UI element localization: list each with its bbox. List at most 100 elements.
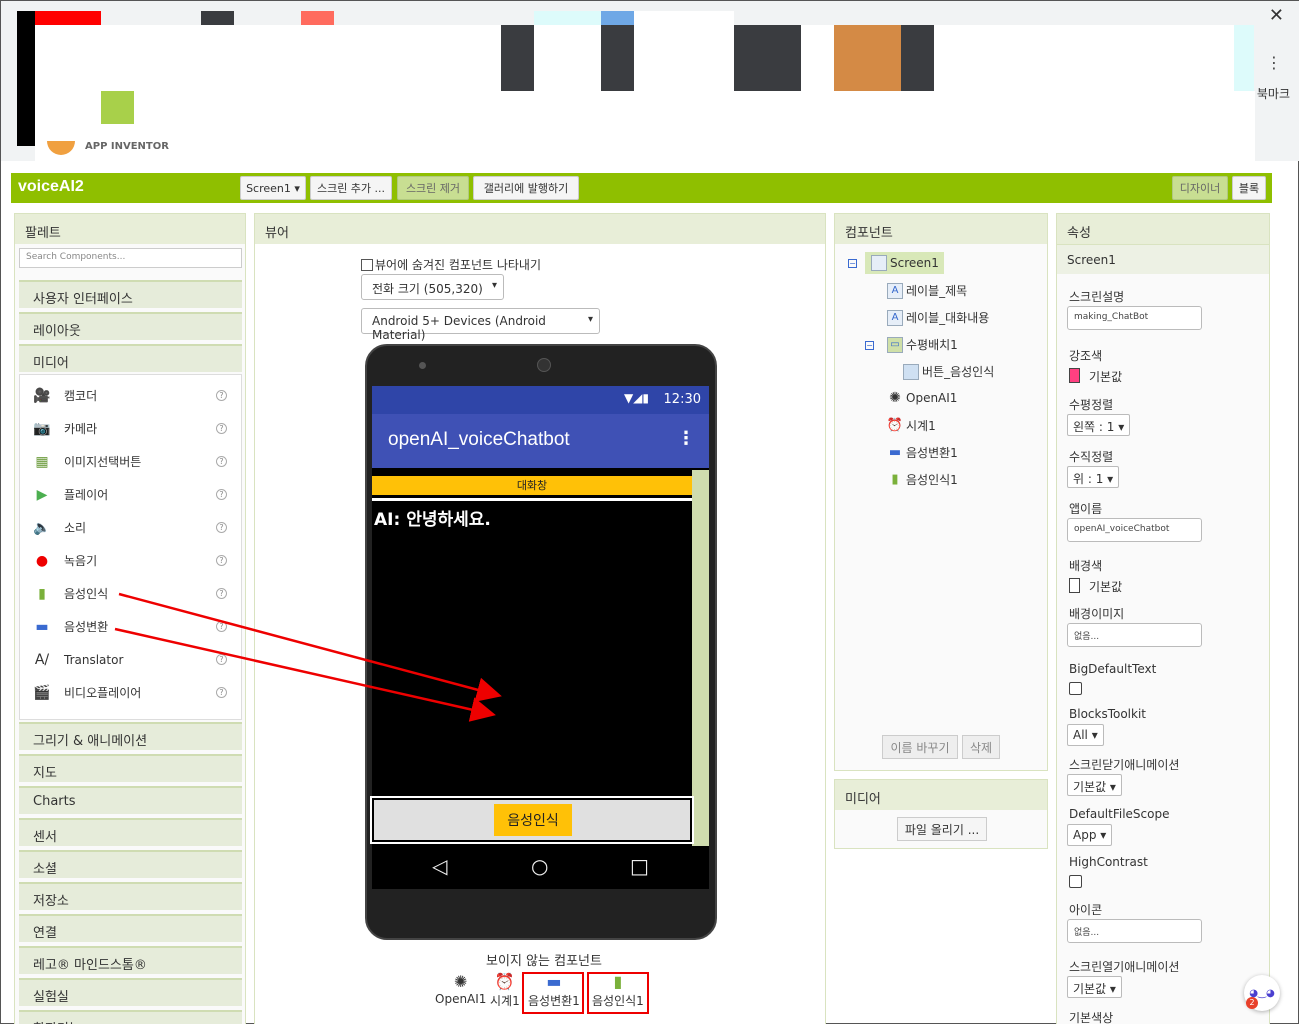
remove-screen-button[interactable]: 스크린 제거: [397, 176, 469, 200]
chat-label[interactable]: AI: 안녕하세요.: [372, 498, 692, 794]
palette-item-recorder[interactable]: ● 녹음기 ?: [20, 544, 241, 577]
palette-item-image-picker[interactable]: ▦ 이미지선택버튼 ?: [20, 445, 241, 478]
tree-item-clock[interactable]: ⏰ 시계1: [887, 417, 936, 434]
color-block: [734, 25, 801, 91]
tree-item-speech-recognizer[interactable]: ▮ 음성인식1: [887, 471, 957, 488]
delete-button[interactable]: 삭제: [962, 735, 1000, 759]
project-title: voiceAI2: [18, 178, 84, 195]
big-default-text-label: BigDefaultText: [1069, 662, 1157, 676]
overflow-menu-icon[interactable]: ⋮: [677, 428, 695, 449]
category-maps[interactable]: 지도: [19, 754, 242, 782]
blocks-toolkit-select[interactable]: All ▾: [1067, 724, 1104, 746]
help-icon[interactable]: ?: [216, 588, 227, 599]
screen-desc-input[interactable]: making_ChatBot: [1067, 306, 1202, 330]
help-icon[interactable]: ?: [216, 654, 227, 665]
big-default-text-checkbox[interactable]: [1069, 682, 1082, 695]
tree-item-horizontal-arrangement[interactable]: ▭ 수평배치1: [887, 336, 958, 353]
help-icon[interactable]: ?: [216, 687, 227, 698]
show-hidden-components[interactable]: 뷰어에 숨겨진 컴포넌트 나타내기: [361, 256, 541, 273]
color-block: [601, 25, 634, 91]
voice-recognition-button[interactable]: 음성인식: [494, 804, 572, 836]
tree-label: Screen1: [890, 256, 939, 270]
palette-item-sound[interactable]: 🔈 소리 ?: [20, 511, 241, 544]
label-title[interactable]: 대화창: [372, 476, 692, 495]
tree-item-label-title[interactable]: A 레이블_제목: [887, 282, 967, 299]
tree-item-openai[interactable]: ✺ OpenAI1: [887, 390, 957, 406]
help-icon[interactable]: ?: [216, 456, 227, 467]
align-vertical-select[interactable]: 위 : 1 ▾: [1067, 466, 1120, 488]
app-name-input[interactable]: openAI_voiceChatbot: [1067, 518, 1202, 542]
show-hidden-label: 뷰어에 숨겨진 컴포넌트 나타내기: [375, 258, 542, 272]
component-search-input[interactable]: Search Components...: [19, 248, 242, 268]
item-label: 녹음기: [64, 554, 98, 568]
bg-color-swatch[interactable]: [1069, 578, 1080, 593]
default-file-scope-select[interactable]: App ▾: [1067, 824, 1113, 846]
category-lego[interactable]: 레고® 마인드스톰®: [19, 946, 242, 974]
open-animation-select[interactable]: 기본값 ▾: [1067, 976, 1122, 998]
align-horizontal-select[interactable]: 왼쪽 : 1 ▾: [1067, 414, 1131, 436]
high-contrast-checkbox[interactable]: [1069, 875, 1082, 888]
collapse-icon[interactable]: −: [865, 341, 874, 350]
palette-item-video-player[interactable]: 🎬 비디오플레이어 ?: [20, 676, 241, 709]
assistant-button[interactable]: ◕‿◕ 2: [1244, 975, 1280, 1011]
nonvisible-clock[interactable]: ⏰ 시계1: [490, 972, 520, 1009]
accent-color-value[interactable]: 기본값: [1089, 368, 1122, 385]
theme-select[interactable]: Android 5+ Devices (Android Material) ▾: [361, 308, 600, 342]
back-icon[interactable]: ◁: [432, 854, 447, 878]
bookmark-label[interactable]: 북마크: [1257, 85, 1290, 102]
rename-button[interactable]: 이름 바꾸기: [882, 735, 958, 759]
help-icon[interactable]: ?: [216, 621, 227, 632]
category-charts[interactable]: Charts: [19, 786, 242, 814]
category-connectivity[interactable]: 연결: [19, 914, 242, 942]
help-icon[interactable]: ?: [216, 489, 227, 500]
horizontal-arrangement-icon: ▭: [887, 336, 903, 353]
palette-item-camcorder[interactable]: 🎥 캠코더 ?: [20, 379, 241, 412]
tree-item-text-to-speech[interactable]: ▬ 음성변환1: [887, 444, 958, 461]
category-social[interactable]: 소셜: [19, 850, 242, 878]
close-animation-select[interactable]: 기본값 ▾: [1067, 774, 1122, 796]
tree-label: OpenAI1: [906, 391, 958, 405]
close-icon[interactable]: ✕: [1269, 5, 1284, 26]
tree-item-screen1[interactable]: Screen1: [865, 252, 944, 274]
category-media[interactable]: 미디어: [19, 344, 242, 372]
palette-item-camera[interactable]: 📷 카메라 ?: [20, 412, 241, 445]
nonvisible-openai[interactable]: ✺ OpenAI1: [435, 972, 486, 1006]
phone-size-select[interactable]: 전화 크기 (505,320) ▾: [361, 274, 504, 300]
category-storage[interactable]: 저장소: [19, 882, 242, 910]
category-layout[interactable]: 레이아웃: [19, 312, 242, 340]
help-icon[interactable]: ?: [216, 522, 227, 533]
help-icon[interactable]: ?: [216, 555, 227, 566]
help-icon[interactable]: ?: [216, 423, 227, 434]
screen-select[interactable]: Screen1 ▾: [240, 176, 306, 200]
category-extensions[interactable]: 확장기능: [19, 1010, 242, 1024]
designer-button[interactable]: 디자이너: [1172, 176, 1228, 200]
home-icon[interactable]: ○: [531, 854, 548, 878]
palette-item-translator[interactable]: A/ Translator ?: [20, 643, 241, 676]
open-animation-label: 스크린열기애니메이션: [1069, 960, 1180, 974]
upload-file-button[interactable]: 파일 올리기 ...: [897, 817, 987, 841]
add-screen-button[interactable]: 스크린 추가 ...: [310, 176, 392, 200]
item-label: 카메라: [64, 422, 98, 436]
help-icon[interactable]: ?: [216, 390, 227, 401]
recent-apps-icon[interactable]: □: [630, 854, 649, 878]
category-sensors[interactable]: 센서: [19, 818, 242, 846]
category-user-interface[interactable]: 사용자 인터페이스: [19, 280, 242, 308]
horizontal-arrangement[interactable]: 음성인식: [370, 796, 694, 844]
bg-color-value[interactable]: 기본값: [1089, 578, 1122, 595]
palette-item-player[interactable]: ▶ 플레이어 ?: [20, 478, 241, 511]
icon-input[interactable]: 없음...: [1067, 919, 1202, 943]
collapse-icon[interactable]: −: [848, 259, 857, 268]
browser-menu-icon[interactable]: ⋮: [1266, 53, 1282, 72]
show-hidden-checkbox[interactable]: [361, 258, 373, 271]
publish-gallery-button[interactable]: 갤러리에 발행하기: [473, 176, 579, 200]
bg-image-input[interactable]: 없음...: [1067, 623, 1202, 647]
tree-item-label-chat[interactable]: A 레이블_대화내용: [887, 309, 989, 326]
palette-item-speech-recognizer[interactable]: ▮ 음성인식 ?: [20, 577, 241, 610]
status-clock: 12:30: [663, 392, 701, 407]
blocks-button[interactable]: 블록: [1232, 176, 1266, 200]
palette-item-text-to-speech[interactable]: ▬ 음성변환 ?: [20, 610, 241, 643]
tree-item-button-voice[interactable]: 버튼_음성인식: [903, 363, 994, 380]
category-experimental[interactable]: 실험실: [19, 978, 242, 1006]
category-drawing[interactable]: 그리기 & 애니메이션: [19, 722, 242, 750]
accent-color-swatch[interactable]: [1069, 368, 1080, 383]
